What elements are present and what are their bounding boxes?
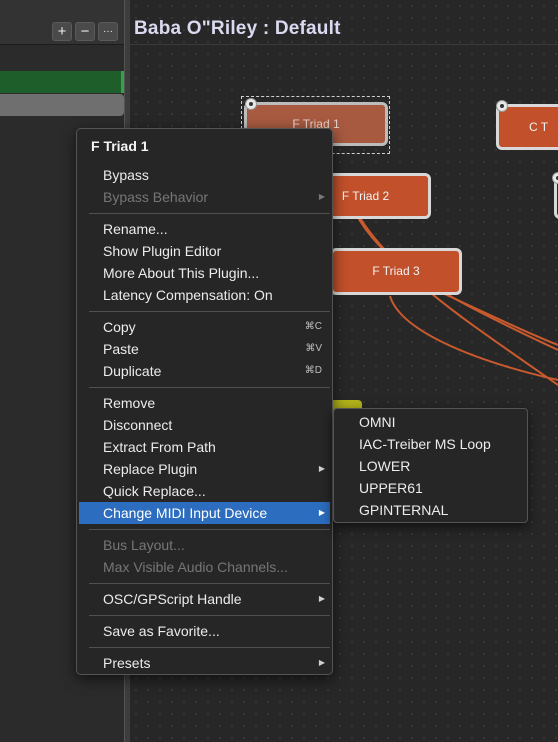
submenu-item-lower[interactable]: LOWER: [334, 455, 527, 477]
menu-item-paste[interactable]: Paste ⌘V: [79, 338, 330, 360]
menu-item-label: Copy: [103, 319, 136, 335]
menu-item-more-about[interactable]: More About This Plugin...: [79, 262, 330, 284]
menu-separator: [89, 311, 330, 312]
menu-item-label: OSC/GPScript Handle: [103, 591, 242, 607]
submenu-item-gpinternal[interactable]: GPINTERNAL: [334, 499, 527, 521]
submenu-item-omni[interactable]: OMNI: [334, 411, 527, 433]
menu-separator: [89, 615, 330, 616]
menu-item-copy[interactable]: Copy ⌘C: [79, 316, 330, 338]
menu-item-duplicate[interactable]: Duplicate ⌘D: [79, 360, 330, 382]
midi-input-submenu: OMNI IAC-Treiber MS Loop LOWER UPPER61 G…: [333, 408, 528, 523]
menu-item-label: Change MIDI Input Device: [103, 505, 268, 521]
menu-item-remove[interactable]: Remove: [79, 392, 330, 414]
menu-item-label: Latency Compensation: On: [103, 287, 273, 303]
menu-item-replace-plugin[interactable]: Replace Plugin ▶: [79, 458, 330, 480]
menu-item-label: Remove: [103, 395, 156, 411]
menu-header: F Triad 1: [91, 138, 149, 154]
menu-item-label: Paste: [103, 341, 139, 357]
shortcut-label: ⌘D: [304, 365, 322, 376]
menu-item-label: Extract From Path: [103, 439, 216, 455]
menu-item-quick-replace[interactable]: Quick Replace...: [79, 480, 330, 502]
menu-item-label: Disconnect: [103, 417, 173, 433]
menu-item-label: Quick Replace...: [103, 483, 206, 499]
submenu-item-upper61[interactable]: UPPER61: [334, 477, 527, 499]
menu-item-label: Max Visible Audio Channels...: [103, 559, 288, 575]
menu-item-max-visible-audio: Max Visible Audio Channels...: [79, 556, 330, 578]
shortcut-label: ⌘V: [305, 343, 322, 354]
submenu-arrow-icon: ▶: [318, 192, 325, 201]
menu-item-bus-layout: Bus Layout...: [79, 534, 330, 556]
menu-item-rename[interactable]: Rename...: [79, 218, 330, 240]
menu-item-presets[interactable]: Presets ▶: [79, 652, 330, 674]
menu-item-show-plugin-editor[interactable]: Show Plugin Editor: [79, 240, 330, 262]
menu-item-label: Save as Favorite...: [103, 623, 220, 639]
submenu-arrow-icon: ▶: [318, 464, 325, 473]
menu-item-bypass[interactable]: Bypass: [79, 164, 330, 186]
menu-item-label: Presets: [103, 655, 151, 671]
submenu-arrow-icon: ▶: [318, 508, 325, 517]
plugin-context-menu: F Triad 1 Bypass Bypass Behavior ▶ Rename…: [76, 128, 333, 675]
midi-port-icon[interactable]: [552, 172, 558, 184]
menu-item-label: Bypass Behavior: [103, 189, 209, 205]
menu-item-change-midi-input[interactable]: Change MIDI Input Device ▶: [79, 502, 330, 524]
menu-item-osc-handle[interactable]: OSC/GPScript Handle ▶: [79, 588, 330, 610]
shortcut-label: ⌘C: [304, 321, 322, 332]
midi-port-icon[interactable]: [245, 98, 257, 110]
menu-item-label: Show Plugin Editor: [103, 243, 222, 259]
submenu-item-iac-treiber[interactable]: IAC-Treiber MS Loop: [334, 433, 527, 455]
menu-item-label: Duplicate: [103, 363, 162, 379]
menu-item-latency-compensation[interactable]: Latency Compensation: On: [79, 284, 330, 306]
submenu-arrow-icon: ▶: [318, 594, 325, 603]
plugin-block-f-triad-3[interactable]: F Triad 3: [330, 248, 462, 295]
submenu-arrow-icon: ▶: [318, 658, 325, 667]
menu-item-save-favorite[interactable]: Save as Favorite...: [79, 620, 330, 642]
menu-item-label: Rename...: [103, 221, 168, 237]
menu-separator: [89, 583, 330, 584]
midi-port-icon[interactable]: [496, 100, 508, 112]
menu-item-label: More About This Plugin...: [103, 265, 260, 281]
menu-separator: [89, 529, 330, 530]
menu-item-bypass-behavior: Bypass Behavior ▶: [79, 186, 330, 208]
menu-item-disconnect[interactable]: Disconnect: [79, 414, 330, 436]
menu-separator: [89, 387, 330, 388]
menu-item-extract-from-path[interactable]: Extract From Path: [79, 436, 330, 458]
menu-item-label: Bus Layout...: [103, 537, 185, 553]
menu-item-label: Bypass: [103, 167, 149, 183]
menu-separator: [89, 213, 330, 214]
menu-separator: [89, 647, 330, 648]
menu-item-label: Replace Plugin: [103, 461, 198, 477]
wire-f3-to-right-1: [439, 291, 558, 346]
